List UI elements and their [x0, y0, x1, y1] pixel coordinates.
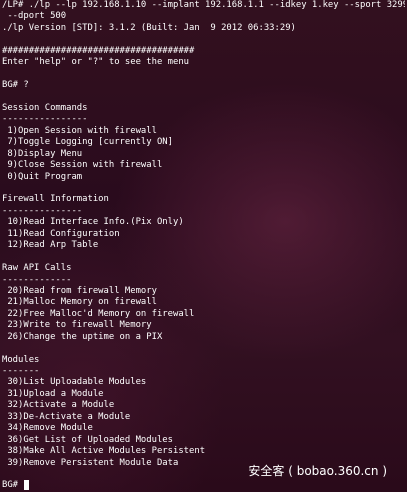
watermark-text: 安全客 ( bobao.360.cn )	[248, 464, 387, 478]
terminal-line: /LP# ./lp --lp 192.168.1.10 --implant 19…	[2, 0, 405, 10]
terminal-line: Raw API Calls	[2, 263, 72, 274]
terminal-line: 9)Close Session with firewall	[2, 160, 163, 171]
terminal-line: 20)Read from firewall Memory	[2, 285, 157, 296]
terminal-prompt: BG#	[2, 480, 24, 490]
terminal-prompt-row[interactable]: BG#	[2, 479, 30, 491]
terminal-line: -------	[2, 366, 40, 376]
terminal-line: 23)Write to firewall Memory	[2, 320, 152, 331]
terminal-line: Session Commands	[2, 102, 88, 113]
terminal-line: Firewall Information	[2, 194, 109, 205]
terminal-line: 11)Read Configuration	[2, 228, 120, 239]
terminal-window[interactable]: /LP# ./lp --lp 192.168.1.10 --implant 19…	[2, 0, 405, 492]
terminal-line: Modules	[2, 354, 40, 365]
text-cursor	[24, 480, 30, 490]
terminal-line: 22)Free Malloc'd Memory on firewall	[2, 308, 195, 319]
terminal-line: 10)Read Interface Info.(Pix Only)	[2, 217, 184, 228]
terminal-line: ----------------	[2, 114, 88, 125]
terminal-line: ---------------	[2, 205, 83, 216]
terminal-line: --dport 500	[2, 11, 67, 22]
terminal-line: 0)Quit Program	[2, 171, 83, 182]
terminal-line: 21)Malloc Memory on firewall	[2, 297, 157, 308]
terminal-line: Enter "help" or "?" to see the menu	[2, 57, 190, 68]
terminal-line: -------------	[2, 274, 72, 285]
terminal-line: 1)Open Session with firewall	[2, 125, 157, 136]
terminal-line: 26)Change the uptime on a PIX	[2, 331, 163, 342]
terminal-line: 33)De-Activate a Module	[2, 411, 131, 422]
terminal-line: 32)Activate a Module	[2, 400, 115, 411]
terminal-line: 34)Remove Module	[2, 423, 93, 434]
terminal-line: ####################################	[2, 45, 195, 56]
terminal-line: 7)Toggle Logging [currently ON]	[2, 137, 173, 148]
terminal-line: BG# ?	[2, 80, 29, 91]
terminal-output: /LP# ./lp --lp 192.168.1.10 --implant 19…	[2, 0, 405, 469]
terminal-line: 31)Upload a Module	[2, 388, 104, 399]
terminal-line: 38)Make All Active Modules Persistent	[2, 446, 206, 457]
terminal-line: 36)Get List of Uploaded Modules	[2, 434, 173, 445]
terminal-line: 12)Read Arp Table	[2, 240, 99, 251]
terminal-line: ./lp Version [STD]: 3.1.2 (Built: Jan 9 …	[2, 22, 296, 33]
terminal-line: 8)Display Menu	[2, 148, 83, 159]
terminal-line: 30)List Uploadable Modules	[2, 377, 147, 388]
